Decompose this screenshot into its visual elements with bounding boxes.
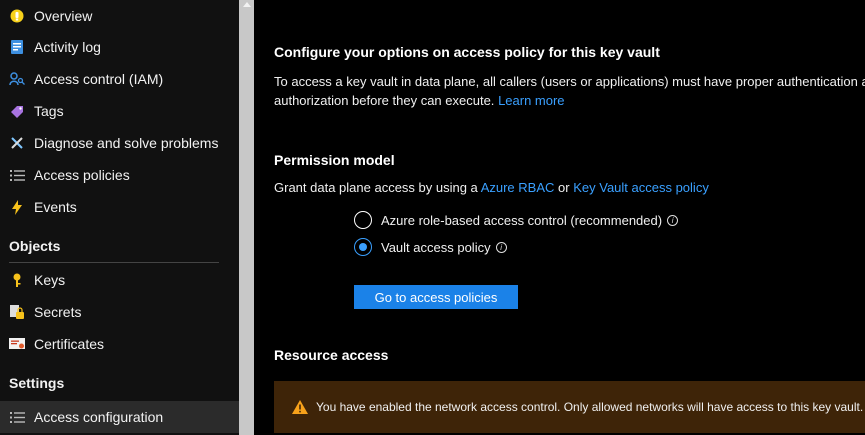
- sidebar-scrollbar[interactable]: [239, 0, 254, 435]
- sidebar-item-events[interactable]: Events: [0, 191, 239, 223]
- sidebar-item-label: Overview: [34, 8, 93, 24]
- sidebar-item-label: Secrets: [34, 304, 82, 320]
- sidebar-item-label: Events: [34, 199, 77, 215]
- info-icon[interactable]: i: [495, 241, 507, 253]
- iam-icon: [9, 71, 25, 87]
- sidebar-item-activity-log[interactable]: Activity log: [0, 31, 239, 63]
- learn-more-link[interactable]: Learn more: [498, 93, 564, 108]
- sidebar-item-label: Access policies: [34, 167, 130, 183]
- sidebar-item-label: Activity log: [34, 39, 101, 55]
- network-warning-banner: You have enabled the network access cont…: [274, 381, 865, 433]
- permission-model-header: Permission model: [274, 152, 395, 168]
- divider: [9, 262, 219, 263]
- sidebar-item-keys[interactable]: Keys: [0, 264, 239, 296]
- page-title: Configure your options on access policy …: [274, 44, 660, 60]
- key-vault-access-policy-link[interactable]: Key Vault access policy: [573, 180, 709, 195]
- sidebar-item-access-control[interactable]: Access control (IAM): [0, 63, 239, 95]
- sidebar-item-diagnose[interactable]: Diagnose and solve problems: [0, 127, 239, 159]
- scroll-up-arrow-icon[interactable]: [243, 2, 251, 7]
- sidebar: Overview Activity log Access control (IA…: [0, 0, 239, 435]
- sidebar-item-secrets[interactable]: Secrets: [0, 296, 239, 328]
- sidebar-item-tags[interactable]: Tags: [0, 95, 239, 127]
- radio-vault-access-policy[interactable]: Vault access policy i: [354, 238, 507, 256]
- azure-rbac-link[interactable]: Azure RBAC: [481, 180, 555, 195]
- wrench-icon: [9, 135, 25, 151]
- radio-azure-rbac[interactable]: Azure role-based access control (recomme…: [354, 211, 679, 229]
- section-header-objects: Objects: [9, 238, 61, 254]
- section-header-settings: Settings: [9, 375, 65, 391]
- key-icon: [9, 272, 25, 288]
- secret-icon: [9, 304, 25, 320]
- grant-text: Grant data plane access by using a Azure…: [274, 180, 709, 195]
- grant-label: Grant data plane access by using a: [274, 180, 478, 195]
- certificate-icon: [9, 336, 25, 352]
- list-icon: [9, 409, 25, 425]
- sidebar-item-access-policies[interactable]: Access policies: [0, 159, 239, 191]
- info-icon[interactable]: i: [667, 214, 679, 226]
- list-icon: [9, 167, 25, 183]
- sidebar-item-label: Diagnose and solve problems: [34, 135, 219, 151]
- activity-log-icon: [9, 39, 25, 55]
- sidebar-item-certificates[interactable]: Certificates: [0, 328, 239, 360]
- sidebar-item-access-configuration[interactable]: Access configuration: [0, 401, 239, 433]
- sidebar-item-label: Access configuration: [34, 409, 164, 425]
- description-text: To access a key vault in data plane, all…: [274, 74, 865, 108]
- overview-icon: [9, 8, 25, 24]
- radio-button-checked[interactable]: [354, 238, 372, 256]
- warning-text: You have enabled the network access cont…: [316, 400, 864, 414]
- main-content: Configure your options on access policy …: [254, 0, 865, 435]
- radio-label: Azure role-based access control (recomme…: [381, 212, 663, 228]
- description: To access a key vault in data plane, all…: [274, 72, 865, 110]
- sidebar-item-label: Access control (IAM): [34, 71, 164, 87]
- resource-access-header: Resource access: [274, 347, 389, 363]
- sidebar-item-label: Keys: [34, 272, 66, 288]
- lightning-icon: [9, 199, 25, 215]
- radio-label: Vault access policy: [381, 239, 491, 255]
- radio-button-unchecked[interactable]: [354, 211, 372, 229]
- tag-icon: [9, 103, 25, 119]
- sidebar-item-label: Tags: [34, 103, 64, 119]
- sidebar-item-label: Certificates: [34, 336, 105, 352]
- or-text: or: [558, 180, 570, 195]
- sidebar-item-overview[interactable]: Overview: [0, 0, 239, 32]
- warning-icon: [292, 400, 308, 414]
- go-to-access-policies-button[interactable]: Go to access policies: [354, 285, 518, 309]
